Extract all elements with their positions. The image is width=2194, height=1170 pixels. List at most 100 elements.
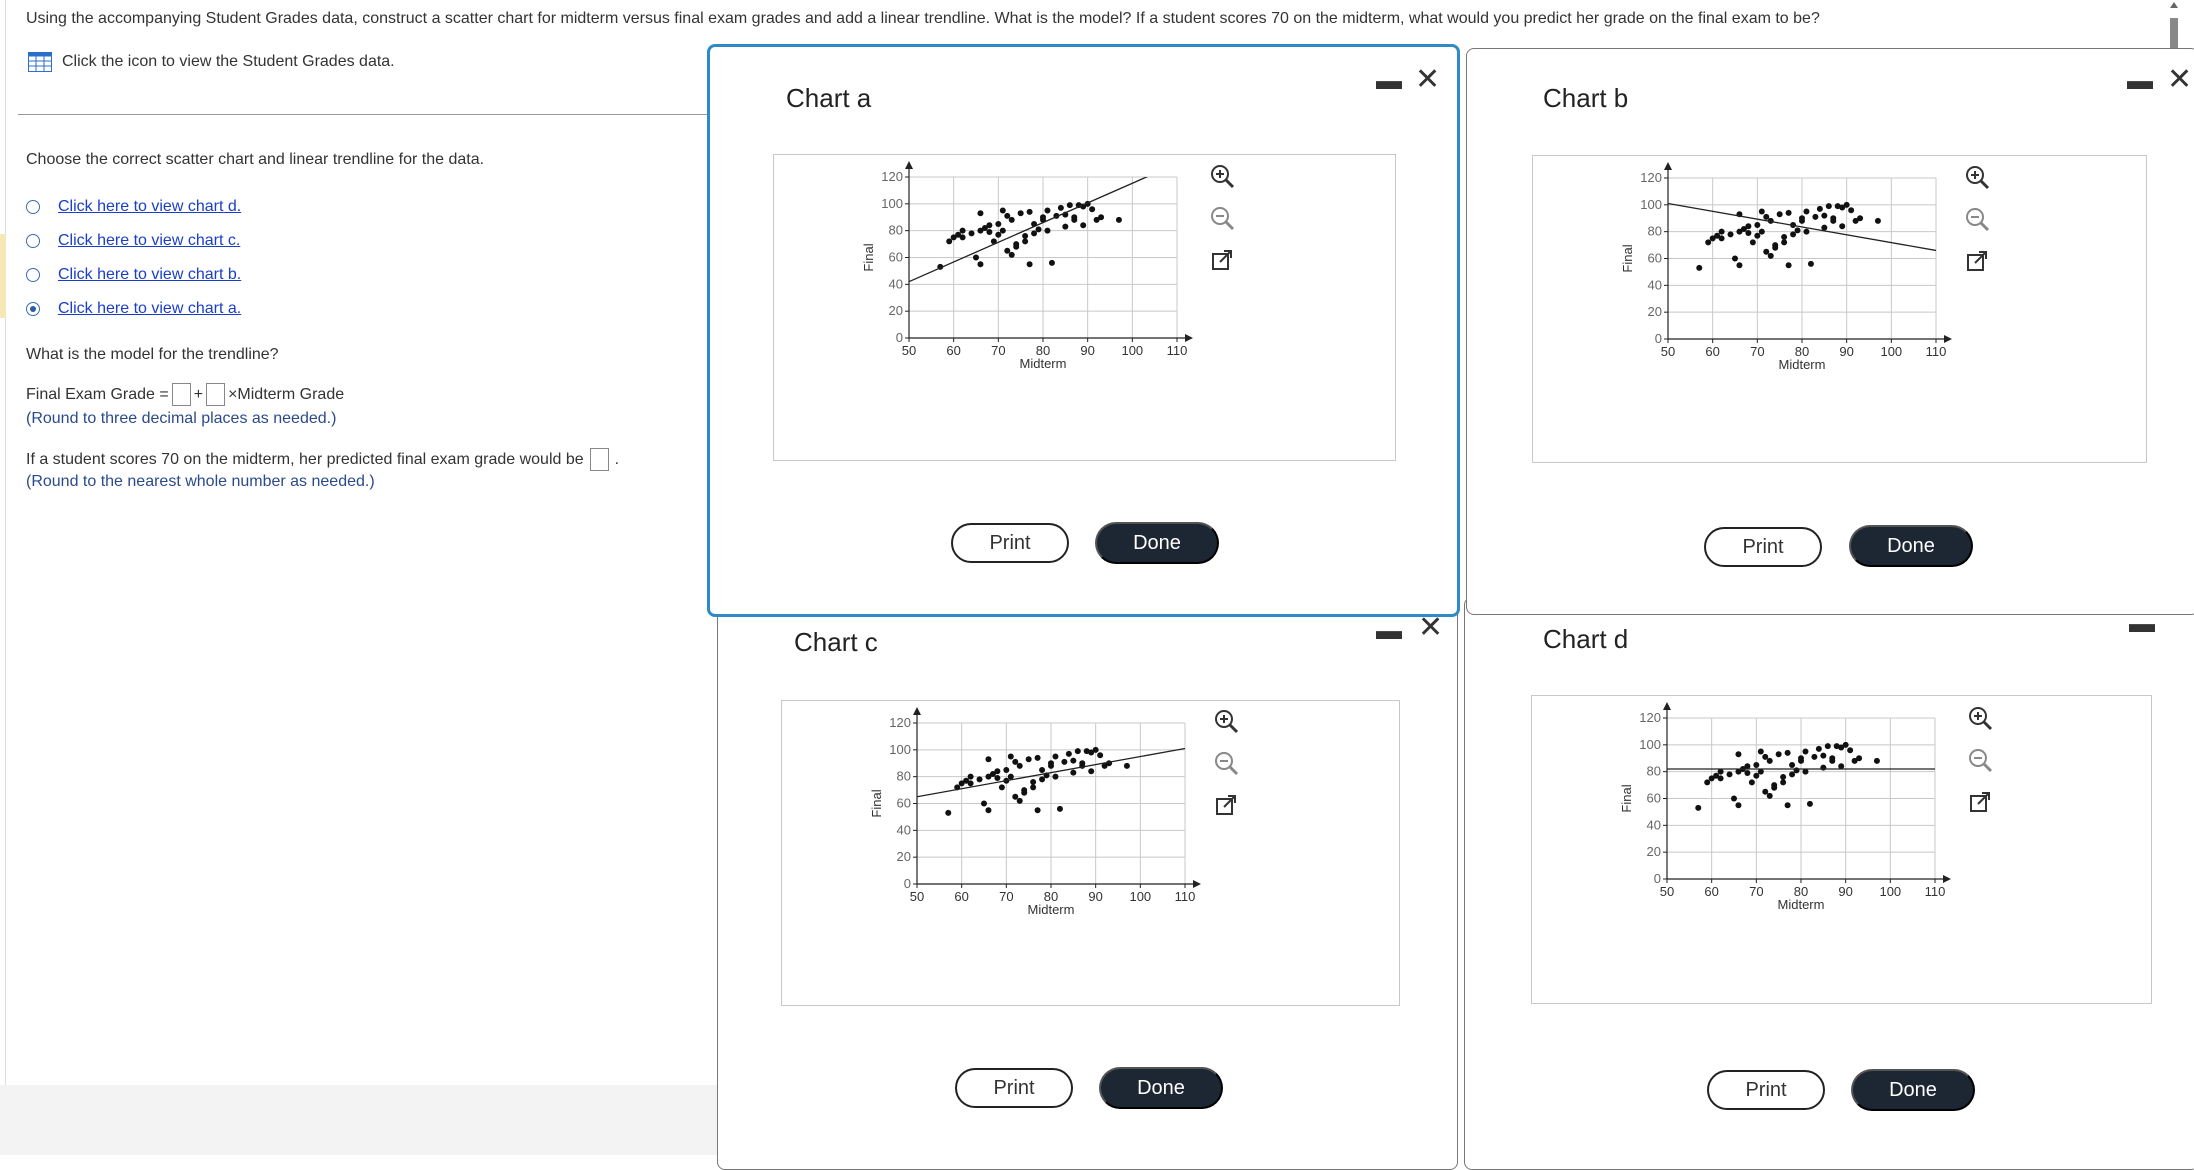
- minimize-button[interactable]: ▬: [1376, 65, 1402, 96]
- y-tick-label: 0: [904, 876, 911, 891]
- popout-icon[interactable]: [1964, 248, 1990, 276]
- data-point: [1847, 747, 1854, 754]
- zoom-in-icon[interactable]: [1213, 708, 1239, 736]
- radio-chart-d[interactable]: [26, 200, 40, 214]
- data-point: [1061, 758, 1068, 765]
- data-point: [1784, 749, 1791, 756]
- print-button[interactable]: Print: [955, 1068, 1073, 1108]
- y-tick-label: 40: [1648, 277, 1662, 292]
- chart-a-toolbar: [1209, 163, 1235, 275]
- formula-lhs: Final Exam Grade =: [26, 385, 169, 403]
- y-axis-arrow: [1663, 702, 1671, 710]
- x-tick-label: 70: [999, 889, 1013, 904]
- data-point: [1062, 223, 1069, 230]
- table-grid-icon[interactable]: [28, 52, 52, 72]
- data-point: [1874, 217, 1881, 224]
- option-chart-d[interactable]: Click here to view chart d.: [26, 198, 241, 216]
- x-tick-label: 70: [1749, 884, 1763, 899]
- data-point: [1056, 805, 1063, 812]
- data-link-label[interactable]: Click the icon to view the Student Grade…: [62, 53, 395, 71]
- data-point: [1070, 769, 1077, 776]
- data-point: [1705, 239, 1712, 246]
- data-point: [1048, 762, 1054, 769]
- popout-icon[interactable]: [1209, 247, 1235, 275]
- print-button[interactable]: Print: [1704, 527, 1822, 567]
- data-point: [1074, 748, 1081, 755]
- done-button[interactable]: Done: [1099, 1067, 1223, 1109]
- popout-icon[interactable]: [1213, 792, 1239, 820]
- y-tick-label: 80: [897, 769, 911, 784]
- done-button[interactable]: Done: [1851, 1069, 1975, 1111]
- print-button[interactable]: Print: [1707, 1070, 1825, 1110]
- zoom-out-icon[interactable]: [1967, 747, 1993, 775]
- link-chart-a[interactable]: Click here to view chart a.: [58, 300, 241, 318]
- chart-b-title: Chart b: [1543, 83, 1629, 113]
- zoom-in-icon[interactable]: [1964, 164, 1990, 192]
- data-point: [973, 254, 979, 261]
- print-button[interactable]: Print: [951, 523, 1069, 563]
- chart-c-svg: 50 60 70 80 90 100 110020406080100120MidtermFi…: [869, 707, 1201, 917]
- slope-input[interactable]: [206, 383, 226, 406]
- zoom-out-icon[interactable]: [1964, 206, 1990, 234]
- close-button[interactable]: ✕: [1418, 613, 1443, 643]
- x-tick-label: 90: [1838, 884, 1852, 899]
- data-point: [1821, 212, 1828, 219]
- option-chart-b[interactable]: Click here to view chart b.: [26, 266, 241, 284]
- x-tick-label: 60: [954, 889, 968, 904]
- x-tick-label: 100: [1129, 889, 1151, 904]
- data-point: [967, 773, 974, 780]
- data-point: [1026, 261, 1033, 268]
- scrollbar[interactable]: [2166, 0, 2182, 50]
- radio-chart-a[interactable]: [26, 302, 40, 316]
- x-tick-label: 100: [1880, 344, 1902, 359]
- intercept-input[interactable]: [171, 383, 191, 406]
- data-point: [1007, 753, 1014, 760]
- done-button[interactable]: Done: [1849, 525, 1973, 567]
- x-tick-label: 110: [1925, 884, 1946, 899]
- zoom-in-icon[interactable]: [1209, 163, 1235, 191]
- popout-icon[interactable]: [1967, 789, 1993, 817]
- prediction-period: .: [614, 450, 620, 468]
- data-point: [1762, 788, 1769, 795]
- data-point: [1772, 242, 1779, 249]
- zoom-out-icon[interactable]: [1213, 750, 1239, 778]
- data-point: [1065, 750, 1072, 757]
- link-chart-b[interactable]: Click here to view chart b.: [58, 266, 241, 284]
- minimize-button[interactable]: ▬: [2127, 65, 2153, 96]
- y-axis-title: Final: [1620, 244, 1635, 272]
- close-button[interactable]: ✕: [2167, 65, 2192, 95]
- zoom-in-icon[interactable]: [1967, 705, 1993, 733]
- x-tick-label: 110: [1175, 889, 1196, 904]
- data-point: [1857, 215, 1864, 222]
- chart-d-plot: 50 60 70 80 90 100 110 0 20 40 60 80 100 120 Midterm Fi…: [1531, 695, 2152, 1004]
- radio-chart-b[interactable]: [26, 268, 40, 282]
- prediction-input[interactable]: [589, 448, 609, 471]
- zoom-out-icon[interactable]: [1209, 205, 1235, 233]
- option-chart-a[interactable]: Click here to view chart a.: [26, 300, 241, 318]
- chart-a-window: Chart a ▬ ✕ 50 60 70 80 90 100 110 0 20 40 60 80 100…: [707, 44, 1460, 617]
- option-chart-c[interactable]: Click here to view chart c.: [26, 232, 240, 250]
- radio-chart-c[interactable]: [26, 234, 40, 248]
- chart-b-toolbar: [1964, 164, 1990, 276]
- y-tick-label: 0: [1654, 871, 1661, 886]
- data-point: [1771, 782, 1778, 789]
- y-tick-label: 100: [1639, 737, 1661, 752]
- data-point: [1785, 262, 1792, 269]
- link-chart-d[interactable]: Click here to view chart d.: [58, 198, 241, 216]
- link-chart-c[interactable]: Click here to view chart c.: [58, 232, 240, 250]
- data-point: [1873, 757, 1880, 764]
- close-button[interactable]: ✕: [1415, 65, 1440, 95]
- y-tick-label: 100: [1640, 197, 1662, 212]
- data-point: [1016, 762, 1023, 769]
- data-point: [1012, 793, 1019, 800]
- formula-plus: +: [193, 385, 204, 403]
- done-button[interactable]: Done: [1095, 522, 1219, 564]
- minimize-button[interactable]: ▬: [1376, 615, 1402, 646]
- y-tick-label: 100: [889, 742, 911, 757]
- data-point: [1057, 204, 1064, 211]
- data-point: [1745, 230, 1752, 237]
- data-link[interactable]: Click the icon to view the Student Grade…: [28, 52, 395, 72]
- data-point: [1780, 779, 1787, 786]
- data-point: [977, 210, 984, 217]
- data-point: [999, 207, 1006, 214]
